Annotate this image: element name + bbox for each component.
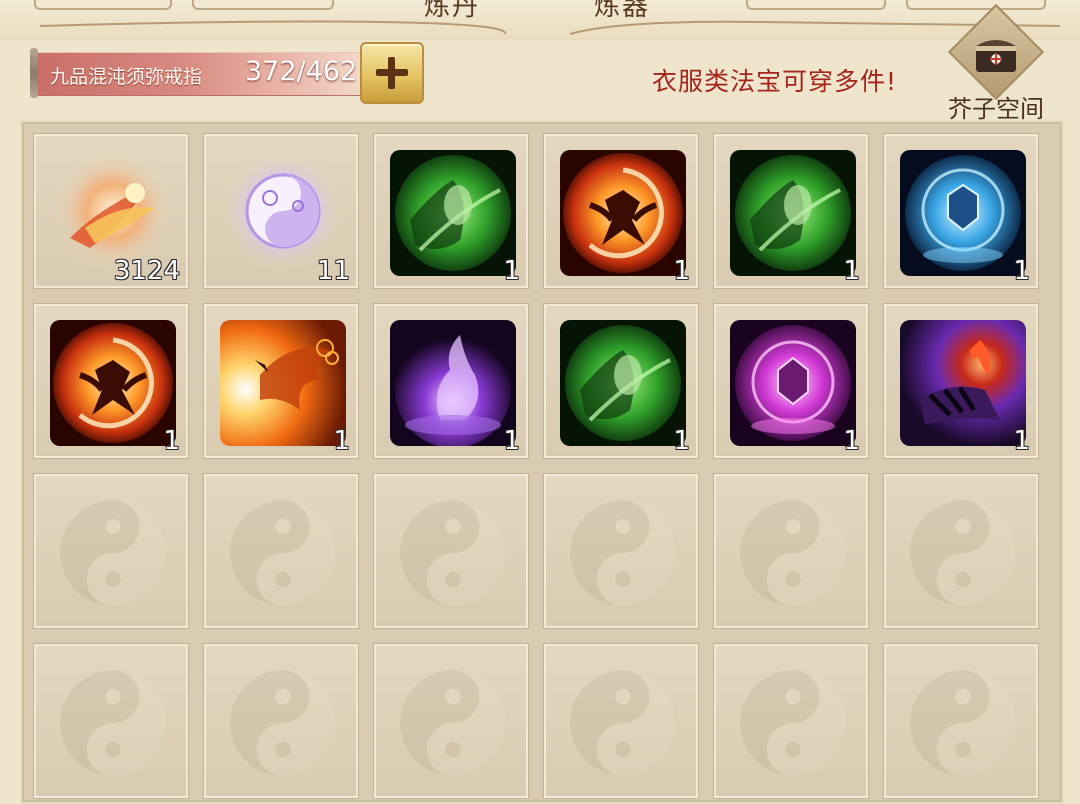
- item-count: 1: [503, 256, 520, 286]
- storage-ring-bar: 九品混沌须弥戒指 372/462: [30, 48, 360, 98]
- inventory-slot-empty[interactable]: [884, 474, 1038, 628]
- taiji-icon: [228, 498, 338, 608]
- treasure-chest-icon: [976, 40, 1016, 72]
- blue-crystal-orb-icon: [900, 150, 1026, 276]
- green-spirit-icon: [730, 150, 856, 276]
- item-count: 1: [163, 426, 180, 456]
- green-spirit-icon: [560, 320, 686, 446]
- tab-underline-left: [39, 20, 1061, 35]
- item-count: 1: [673, 426, 690, 456]
- inventory-slot-item[interactable]: 1: [374, 304, 528, 458]
- taiji-icon: [738, 498, 848, 608]
- green-spirit-icon: [390, 150, 516, 276]
- inventory-slot-item[interactable]: 1: [884, 134, 1038, 288]
- inventory-slot-empty[interactable]: [544, 474, 698, 628]
- inventory-slot-empty[interactable]: [204, 474, 358, 628]
- inventory-slot-item[interactable]: 1: [34, 304, 188, 458]
- taiji-icon: [738, 668, 848, 778]
- purple-flame-icon: [390, 320, 516, 446]
- taiji-icon: [398, 498, 508, 608]
- item-count: 1: [1013, 426, 1030, 456]
- space-button-label: 芥子空间: [948, 95, 1044, 123]
- ring-name: 九品混沌须弥戒指: [50, 66, 203, 88]
- ring-bar-cap: [30, 48, 38, 98]
- inventory-slot-item[interactable]: 1: [544, 304, 698, 458]
- inventory-panel: 3124 11 1 1 1 1 1 1 1 1 1 1: [20, 120, 1064, 804]
- magenta-crystal-orb-icon: [730, 320, 856, 446]
- mustard-space-button[interactable]: 芥子空间: [945, 3, 1055, 123]
- taiji-icon: [228, 668, 338, 778]
- expand-capacity-button[interactable]: [360, 42, 424, 104]
- ring-bar-body: 九品混沌须弥戒指 372/462: [38, 52, 360, 96]
- inventory-slot-item[interactable]: 1: [374, 134, 528, 288]
- purple-claw-flame-icon: [900, 320, 1026, 446]
- inventory-slot-empty[interactable]: [34, 474, 188, 628]
- tab-alchemy[interactable]: 炼丹: [424, 0, 480, 23]
- top-tab-strip: 炼丹 炼器: [0, 0, 1080, 40]
- taiji-icon: [568, 668, 678, 778]
- taiji-icon: [58, 668, 168, 778]
- inventory-slot-item[interactable]: 11: [204, 134, 358, 288]
- item-count: 1: [503, 426, 520, 456]
- taiji-icon: [398, 668, 508, 778]
- inventory-slot-empty[interactable]: [374, 474, 528, 628]
- item-count: 11: [316, 256, 350, 286]
- taiji-icon: [908, 668, 1018, 778]
- inventory-slot-item[interactable]: 1: [544, 134, 698, 288]
- inventory-slot-item[interactable]: 1: [714, 304, 868, 458]
- inventory-slot-empty[interactable]: [714, 474, 868, 628]
- item-count: 1: [1013, 256, 1030, 286]
- notice-text: 衣服类法宝可穿多件!: [652, 67, 898, 96]
- phoenix-icon: [560, 150, 686, 276]
- item-count: 1: [673, 256, 690, 286]
- phoenix-icon: [50, 320, 176, 446]
- item-count: 1: [333, 426, 350, 456]
- ring-capacity: 372/462: [245, 56, 358, 87]
- inventory-slot-item[interactable]: 1: [884, 304, 1038, 458]
- tab-forging[interactable]: 炼器: [594, 0, 650, 23]
- fire-bird-icon: [220, 320, 346, 446]
- item-count: 1: [843, 426, 860, 456]
- inventory-slot-item[interactable]: 3124: [34, 134, 188, 288]
- taiji-icon: [568, 498, 678, 608]
- inventory-slot-item[interactable]: 1: [204, 304, 358, 458]
- taiji-icon: [58, 498, 168, 608]
- taiji-icon: [908, 498, 1018, 608]
- inventory-slot-item[interactable]: 1: [714, 134, 868, 288]
- item-count: 3124: [113, 256, 180, 286]
- item-count: 1: [843, 256, 860, 286]
